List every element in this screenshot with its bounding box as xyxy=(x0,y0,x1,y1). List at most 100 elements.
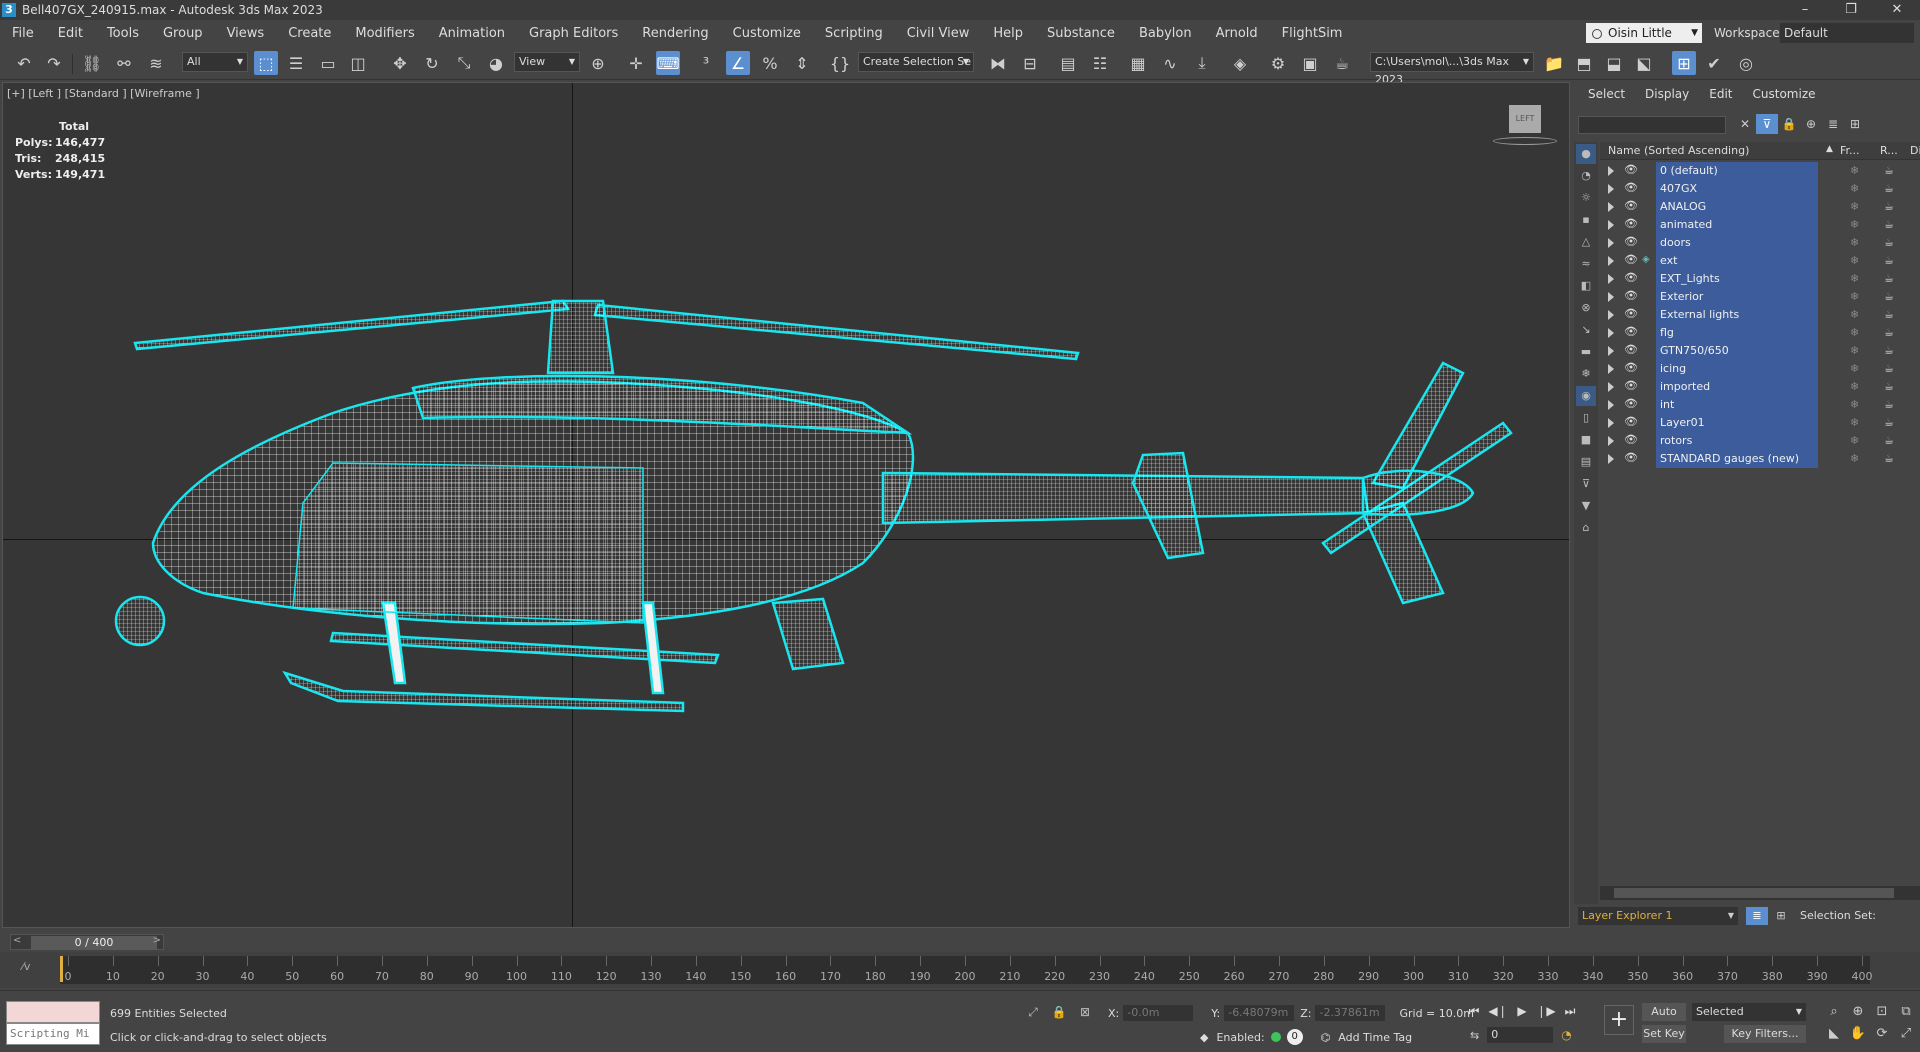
render-teapot-icon[interactable]: ☕ xyxy=(1884,272,1894,285)
layer-name[interactable]: External lights xyxy=(1656,306,1818,324)
zoom-extents-icon[interactable]: ⊡ xyxy=(1870,1001,1894,1023)
layer-name[interactable]: doors xyxy=(1656,234,1818,252)
link-icon[interactable]: ⛓ xyxy=(80,51,104,75)
hidden-filter-icon[interactable]: ◉ xyxy=(1576,386,1596,406)
expand-arrow-icon[interactable] xyxy=(1608,346,1614,356)
snaps-toggle-icon[interactable]: ³ xyxy=(694,51,718,75)
menu-civil-view[interactable]: Civil View xyxy=(895,26,982,41)
maxscript-listener-output[interactable] xyxy=(6,1001,100,1023)
explorer-horizontal-scrollbar[interactable] xyxy=(1600,886,1920,900)
open-icon[interactable]: ⬒ xyxy=(1572,51,1596,75)
angle-snap-icon[interactable]: ∠ xyxy=(726,51,750,75)
current-frame-field[interactable]: 0 xyxy=(1487,1027,1554,1043)
rectangular-selection-icon[interactable]: ▭ xyxy=(316,51,340,75)
menu-flightsim[interactable]: FlightSim xyxy=(1270,26,1355,41)
menu-scripting[interactable]: Scripting xyxy=(813,26,895,41)
layer-row[interactable]: 👁 Exterior ❄ ☕ xyxy=(1600,288,1920,306)
visibility-eye-icon[interactable]: 👁 xyxy=(1624,182,1638,194)
visibility-eye-icon[interactable]: 👁 xyxy=(1624,164,1638,176)
visibility-eye-icon[interactable]: 👁 xyxy=(1624,398,1638,410)
freeze-icon[interactable]: ❄ xyxy=(1850,272,1859,285)
layer-name[interactable]: int xyxy=(1656,396,1818,414)
layer-name[interactable]: icing xyxy=(1656,360,1818,378)
freeze-icon[interactable]: ❄ xyxy=(1850,290,1859,303)
curve-editor-icon[interactable]: ∿ xyxy=(1158,51,1182,75)
field-of-view-icon[interactable]: ◣ xyxy=(1822,1023,1846,1045)
layer-name[interactable]: GTN750/650 xyxy=(1656,342,1818,360)
undo-icon[interactable]: ↶ xyxy=(12,51,36,75)
bind-space-warp-icon[interactable]: ≋ xyxy=(144,51,168,75)
freeze-icon[interactable]: ❄ xyxy=(1850,182,1859,195)
layer-name[interactable]: 0 (default) xyxy=(1656,162,1818,180)
layer-row[interactable]: 👁 int ❄ ☕ xyxy=(1600,396,1920,414)
autobackup-icon[interactable]: ⊞ xyxy=(1672,51,1696,75)
menu-substance[interactable]: Substance xyxy=(1035,26,1127,41)
adaptive-degradation-icon[interactable]: ◆ xyxy=(1200,1031,1208,1044)
layer-row[interactable]: 👁 ANALOG ❄ ☕ xyxy=(1600,198,1920,216)
workspace-dropdown[interactable]: Default xyxy=(1780,23,1914,43)
light-filter-icon[interactable]: ☼ xyxy=(1576,188,1596,208)
expand-arrow-icon[interactable] xyxy=(1608,238,1614,248)
visibility-eye-icon[interactable]: 👁 xyxy=(1624,254,1638,266)
menu-tools[interactable]: Tools xyxy=(95,26,151,41)
placement-icon[interactable]: ◕ xyxy=(484,51,508,75)
freeze-icon[interactable]: ❄ xyxy=(1850,416,1859,429)
selection-filter-dropdown[interactable]: All ▼ xyxy=(182,52,248,72)
viewport-left[interactable]: [+] [Left ] [Standard ] [Wireframe ] Tot… xyxy=(2,82,1570,928)
visibility-eye-icon[interactable]: 👁 xyxy=(1624,200,1638,212)
render-teapot-icon[interactable]: ☕ xyxy=(1884,290,1894,303)
pivot-center-icon[interactable]: ⊕ xyxy=(586,51,610,75)
render-teapot-icon[interactable]: ☕ xyxy=(1884,398,1894,411)
visibility-eye-icon[interactable]: 👁 xyxy=(1624,452,1638,464)
edit-named-selections-icon[interactable]: {} xyxy=(828,51,852,75)
layer-name[interactable]: ext xyxy=(1656,252,1818,270)
expand-arrow-icon[interactable] xyxy=(1608,454,1614,464)
group-filter-icon[interactable]: ◧ xyxy=(1576,276,1596,296)
hierarchy-mode-icon[interactable]: ⊞ xyxy=(1772,907,1790,925)
explorer-menu-display[interactable]: Display xyxy=(1645,82,1689,106)
window-crossing-icon[interactable]: ◫ xyxy=(346,51,370,75)
pan-icon[interactable]: ✋ xyxy=(1846,1023,1870,1045)
visibility-eye-icon[interactable]: 👁 xyxy=(1624,308,1638,320)
arnold-render-icon[interactable]: ◎ xyxy=(1734,51,1758,75)
select-by-name-icon[interactable]: ☰ xyxy=(284,51,308,75)
orbit-icon[interactable]: ⟳ xyxy=(1870,1023,1894,1045)
layer-row[interactable]: 👁 doors ❄ ☕ xyxy=(1600,234,1920,252)
time-tag-icon[interactable]: ⌬ xyxy=(1321,1031,1331,1044)
layer-row[interactable]: 👁 External lights ❄ ☕ xyxy=(1600,306,1920,324)
rendered-frame-window-icon[interactable]: ▣ xyxy=(1298,51,1322,75)
column-name[interactable]: Name (Sorted Ascending) xyxy=(1608,144,1749,157)
menu-modifiers[interactable]: Modifiers xyxy=(343,26,426,41)
render-teapot-icon[interactable]: ☕ xyxy=(1884,182,1894,195)
save-icon[interactable]: ⬓ xyxy=(1602,51,1626,75)
display-none-icon[interactable]: ● xyxy=(1576,144,1596,164)
layer-name[interactable]: Layer01 xyxy=(1656,414,1818,432)
render-teapot-icon[interactable]: ☕ xyxy=(1884,308,1894,321)
layer-name[interactable]: rotors xyxy=(1656,432,1818,450)
restore-button[interactable]: ❐ xyxy=(1828,0,1874,20)
user-account-dropdown[interactable]: Oisin Little ▼ xyxy=(1586,23,1702,43)
layer-row[interactable]: 👁 EXT_Lights ❄ ☕ xyxy=(1600,270,1920,288)
container-filter-icon[interactable]: ▬ xyxy=(1576,342,1596,362)
expand-arrow-icon[interactable] xyxy=(1608,166,1614,176)
layer-row[interactable]: 👁 407GX ❄ ☕ xyxy=(1600,180,1920,198)
set-key-plus-icon[interactable]: + xyxy=(1604,1005,1634,1035)
rotate-icon[interactable]: ↻ xyxy=(420,51,444,75)
menu-edit[interactable]: Edit xyxy=(46,26,95,41)
layer-row[interactable]: 👁 GTN750/650 ❄ ☕ xyxy=(1600,342,1920,360)
menu-customize[interactable]: Customize xyxy=(721,26,813,41)
redo-icon[interactable]: ↷ xyxy=(42,51,66,75)
column-display[interactable]: Display xyxy=(1910,144,1920,157)
explorer-search-input[interactable] xyxy=(1578,116,1726,134)
visibility-eye-icon[interactable]: 👁 xyxy=(1624,416,1638,428)
set-key-button[interactable]: Set Key xyxy=(1642,1025,1686,1043)
expand-arrow-icon[interactable] xyxy=(1608,364,1614,374)
freeze-icon[interactable]: ❄ xyxy=(1850,218,1859,231)
visibility-eye-icon[interactable]: 👁 xyxy=(1624,380,1638,392)
layer-row[interactable]: 👁 imported ❄ ☕ xyxy=(1600,378,1920,396)
x-coordinate-field[interactable]: -0.0m xyxy=(1123,1005,1194,1021)
explorer-menu-edit[interactable]: Edit xyxy=(1709,82,1732,106)
key-selection-dropdown[interactable]: Selected ▼ xyxy=(1692,1003,1806,1021)
maximize-viewport-icon[interactable]: ⤢ xyxy=(1894,1023,1918,1045)
z-coordinate-field[interactable]: -2.37861m xyxy=(1315,1005,1386,1021)
